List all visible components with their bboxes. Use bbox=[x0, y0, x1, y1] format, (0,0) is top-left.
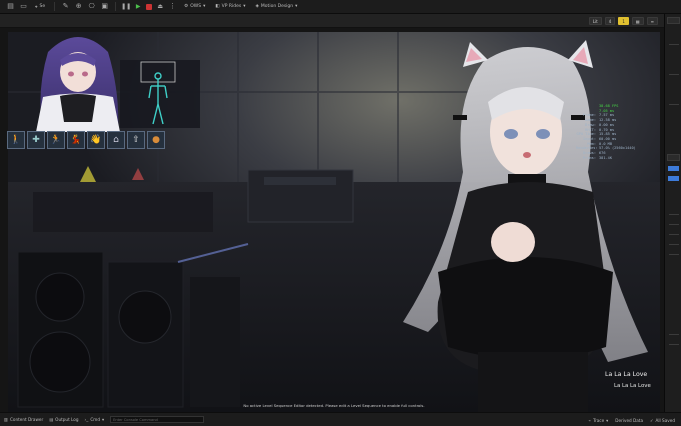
tpose-icon: ✚ bbox=[32, 135, 40, 145]
vr-dropdown[interactable]: ◧ VP Rides ▾ bbox=[212, 4, 248, 9]
figure-icon: 🚶 bbox=[10, 135, 22, 145]
chevron-down-icon: ▾ bbox=[203, 4, 206, 9]
console-command-input[interactable]: Enter Console Command bbox=[110, 416, 205, 423]
scene-render bbox=[8, 32, 660, 412]
grid-chip[interactable]: 4 bbox=[604, 17, 616, 25]
chevron-down-icon: ▾ bbox=[101, 417, 105, 422]
all-saved-status[interactable]: ✓ All Saved bbox=[650, 418, 675, 423]
wave-icon: 👋 bbox=[90, 135, 102, 145]
sit-icon: ⌂ bbox=[113, 135, 119, 145]
stat-row: Prims: 381.4K bbox=[583, 155, 612, 160]
pose-thumb-wave[interactable]: 👋 bbox=[87, 131, 105, 149]
status-bar: ▥ Content Drawer ▤ Output Log ›_ Cmd ▾ E… bbox=[0, 412, 681, 426]
panel-divider bbox=[669, 224, 679, 225]
content-drawer-button[interactable]: ▥ Content Drawer bbox=[4, 417, 43, 422]
dance-icon: 💃 bbox=[70, 135, 82, 145]
stats-overlay: 38.68 FPS 7.05 ms Frame: 7.57 ms Game: 12.… bbox=[576, 104, 636, 160]
select-mode-icon: ⌖ bbox=[35, 4, 38, 10]
toolbar-separator bbox=[54, 2, 56, 11]
content-drawer-icon: ▥ bbox=[4, 417, 8, 422]
song-subtitle: La La La Love bbox=[614, 383, 651, 389]
platforms-dropdown[interactable]: ⚙ OWS ▾ bbox=[181, 4, 208, 9]
panel-divider bbox=[669, 104, 679, 105]
panel-divider bbox=[669, 344, 679, 345]
view-mode-chip[interactable]: Lit bbox=[588, 17, 602, 25]
stop-button[interactable] bbox=[146, 3, 153, 10]
panel-divider bbox=[669, 44, 679, 45]
trace-button[interactable]: ⌁ Trace ▾ bbox=[589, 418, 609, 423]
chevron-down-icon: ▾ bbox=[295, 4, 298, 9]
pause-button[interactable]: ❚❚ bbox=[121, 3, 131, 11]
cinematics-icon[interactable]: ▣ bbox=[100, 2, 109, 11]
output-log-button[interactable]: ▤ Output Log bbox=[49, 417, 78, 422]
sequencer-notice: No active Level Sequence Editor detected… bbox=[243, 403, 425, 408]
blueprint-icon[interactable]: ⎔ bbox=[87, 2, 96, 11]
camera-speed-chip[interactable]: 1 bbox=[618, 17, 629, 25]
outliner-tab[interactable] bbox=[667, 17, 680, 24]
add-actor-icon[interactable]: ⊕ bbox=[74, 2, 83, 11]
pose-thumb-tpose[interactable]: ✚ bbox=[27, 131, 45, 149]
skeleton-preview bbox=[120, 60, 200, 128]
panel-divider bbox=[669, 244, 679, 245]
level-viewport[interactable]: 38.68 FPS 7.05 ms Frame: 7.57 ms Game: 12.… bbox=[8, 32, 660, 412]
more-icon[interactable]: ⋮ bbox=[168, 2, 177, 11]
toolbar-separator bbox=[115, 2, 117, 11]
platforms-icon: ⚙ bbox=[184, 4, 189, 9]
pose-thumb-dance[interactable]: 💃 bbox=[67, 131, 85, 149]
chevron-down-icon: ▾ bbox=[606, 417, 609, 423]
pose-thumb-jump[interactable]: ⇧ bbox=[127, 131, 145, 149]
panel-divider bbox=[669, 214, 679, 215]
brush-icon[interactable]: ✎ bbox=[61, 2, 70, 11]
details-tab[interactable] bbox=[667, 154, 680, 161]
viewport-options-bar: Lit 4 1 ▦ ≡ bbox=[0, 14, 664, 28]
play-button[interactable]: ▶ bbox=[134, 3, 142, 11]
mode-dropdown[interactable]: ⌖ Se bbox=[32, 4, 48, 10]
save-icon[interactable]: ▤ bbox=[6, 2, 15, 11]
pose-thumb-stand[interactable]: 🚶 bbox=[7, 131, 25, 149]
vr-icon: ◧ bbox=[215, 4, 220, 9]
folder-icon[interactable]: ▭ bbox=[19, 2, 28, 11]
bow-icon: ● bbox=[152, 135, 160, 145]
panel-divider bbox=[669, 334, 679, 335]
run-icon: 🏃 bbox=[50, 135, 62, 145]
selected-row-indicator[interactable] bbox=[668, 176, 679, 181]
derived-data-button[interactable]: Derived Data bbox=[615, 418, 643, 423]
layout-icon[interactable]: ▦ bbox=[631, 17, 644, 25]
cmd-dropdown[interactable]: ›_ Cmd ▾ bbox=[85, 417, 105, 422]
chevron-down-icon: ▾ bbox=[243, 4, 246, 9]
panel-divider bbox=[669, 254, 679, 255]
panel-divider bbox=[669, 234, 679, 235]
log-icon: ▤ bbox=[49, 417, 54, 422]
pose-thumb-run[interactable]: 🏃 bbox=[47, 131, 65, 149]
pose-thumb-bow[interactable]: ● bbox=[147, 131, 165, 149]
viewport-menu-icon[interactable]: ≡ bbox=[646, 17, 658, 25]
pose-thumbnail-strip: 🚶 ✚ 🏃 💃 👋 ⌂ ⇧ ● bbox=[7, 131, 165, 149]
song-title: La La La Love bbox=[605, 371, 648, 378]
jump-icon: ⇧ bbox=[132, 135, 140, 145]
trace-icon: ⌁ bbox=[588, 417, 592, 423]
save-status-icon: ✓ bbox=[650, 417, 654, 423]
motion-design-icon: ◈ bbox=[255, 4, 259, 9]
eject-button[interactable]: ⏏ bbox=[156, 3, 164, 11]
motion-design-dropdown[interactable]: ◈ Motion Design ▾ bbox=[252, 4, 300, 9]
selected-row-indicator[interactable] bbox=[668, 166, 679, 171]
pose-thumb-sit[interactable]: ⌂ bbox=[107, 131, 125, 149]
panel-divider bbox=[669, 74, 679, 75]
main-toolbar: ▤ ▭ ⌖ Se ✎ ⊕ ⎔ ▣ ❚❚ ▶ ⏏ ⋮ ⚙ OWS ▾ ◧ VP R… bbox=[0, 0, 681, 14]
details-panel[interactable] bbox=[664, 14, 681, 412]
terminal-icon: ›_ bbox=[84, 417, 89, 422]
